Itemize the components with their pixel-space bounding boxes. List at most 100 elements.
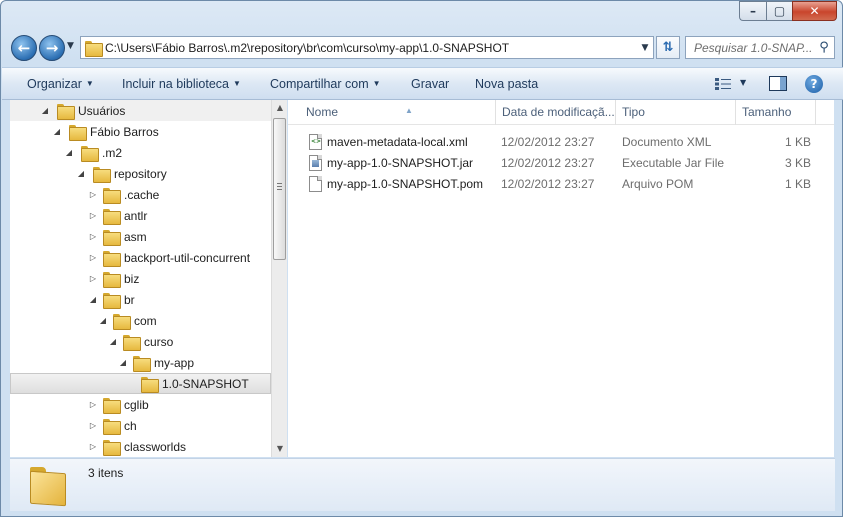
column-date-label: Data de modificaçã... [502,105,615,119]
column-date-modified[interactable]: Data de modificaçã... [496,100,616,125]
file-row[interactable]: my-app-1.0-SNAPSHOT.pom 12/02/2012 23:27… [288,173,834,194]
column-name[interactable]: ▲ Nome [300,100,496,125]
address-path[interactable]: C:\Users\Fábio Barros\.m2\repository\br\… [105,41,637,55]
tree-item-asm[interactable]: ▷ asm [10,226,271,247]
tree-item-m2[interactable]: ◢ .m2 [10,142,271,163]
folder-icon [103,418,121,435]
tree-item-br[interactable]: ◢ br [10,289,271,310]
file-type: Executable Jar File [622,155,725,170]
tree-item-label: .cache [124,187,160,202]
expanded-arrow-icon[interactable]: ◢ [64,148,74,157]
tree-item-label: cglib [124,397,149,412]
include-library-label: Incluir na biblioteca [122,77,230,91]
expanded-arrow-icon[interactable]: ◢ [40,106,50,115]
view-dropdown-chevron-icon[interactable]: ▼ [740,78,746,87]
new-folder-label: Nova pasta [475,77,539,91]
collapsed-arrow-icon[interactable]: ▷ [88,421,98,430]
new-folder-button[interactable]: Nova pasta [475,77,538,91]
chevron-down-icon: ▼ [85,79,94,88]
preview-pane-icon[interactable] [769,76,787,91]
folder-icon [113,313,131,330]
refresh-button[interactable]: ⇅ [656,36,680,59]
search-input[interactable]: Pesquisar 1.0-SNAP... ⚲ [685,36,835,59]
arrow-right-icon: → [45,39,59,57]
tree-item-1-0-snapshot[interactable]: 1.0-SNAPSHOT [10,373,271,394]
tree-item-biz[interactable]: ▷ biz [10,268,271,289]
folder-icon [81,145,99,162]
tree-item-ch[interactable]: ▷ ch [10,415,271,436]
large-folder-icon [30,467,68,503]
scroll-up-arrow-icon[interactable]: ▲ [272,100,288,116]
tree-item-fabio-barros[interactable]: ◢ Fábio Barros [10,121,271,142]
tree-item-backport-util-concurrent[interactable]: ▷ backport-util-concurrent [10,247,271,268]
address-bar[interactable]: C:\Users\Fábio Barros\.m2\repository\br\… [80,36,654,59]
tree-item-label: backport-util-concurrent [124,250,251,265]
include-library-button[interactable]: Incluir na biblioteca ▼ [122,77,241,91]
collapsed-arrow-icon[interactable]: ▷ [88,253,98,262]
organize-button[interactable]: Organizar ▼ [27,77,94,91]
collapsed-arrow-icon[interactable]: ▷ [88,274,98,283]
collapsed-arrow-icon[interactable]: ▷ [88,211,98,220]
tree-item-usuarios[interactable]: ◢ Usuários [10,100,271,121]
scrollbar-thumb[interactable] [273,118,286,260]
tree-item-cglib[interactable]: ▷ cglib [10,394,271,415]
share-button[interactable]: Compartilhar com ▼ [270,77,381,91]
view-options-icon[interactable] [715,78,731,90]
pom-file-icon [309,175,322,192]
tree-scrollbar[interactable]: ▲ ▼ [271,100,287,457]
scroll-down-arrow-icon[interactable]: ▼ [272,441,288,457]
arrow-left-icon: ← [17,39,31,57]
close-button[interactable]: ✕ [792,1,837,21]
folder-icon [93,166,111,183]
folder-icon [103,271,121,288]
forward-button[interactable]: → [39,35,65,61]
tree-item-my-app[interactable]: ◢ my-app [10,352,271,373]
expanded-arrow-icon[interactable]: ◢ [52,127,62,136]
folder-icon [103,250,121,267]
burn-button[interactable]: Gravar [411,77,449,91]
file-row[interactable]: maven-metadata-local.xml 12/02/2012 23:2… [288,131,834,152]
tree-item-classworlds[interactable]: ▷ classworlds [10,436,271,457]
tree-item-repository[interactable]: ◢ repository [10,163,271,184]
expanded-arrow-icon[interactable]: ◢ [108,337,118,346]
collapsed-arrow-icon[interactable]: ▷ [88,232,98,241]
collapsed-arrow-icon[interactable]: ▷ [88,190,98,199]
tree-item-curso[interactable]: ◢ curso [10,331,271,352]
maximize-button[interactable]: ▢ [766,1,792,21]
command-bar: Organizar ▼ Incluir na biblioteca ▼ Compar… [2,67,843,100]
file-size: 1 KB [785,176,812,191]
tree-item-label: br [124,292,135,307]
xml-file-icon [309,133,322,150]
collapsed-arrow-icon[interactable]: ▷ [88,442,98,451]
file-row[interactable]: my-app-1.0-SNAPSHOT.jar 12/02/2012 23:27… [288,152,834,173]
file-name: maven-metadata-local.xml [327,134,468,149]
collapsed-arrow-icon[interactable]: ▷ [88,400,98,409]
file-date: 12/02/2012 23:27 [501,176,595,191]
folder-icon [103,208,121,225]
tree-item-com[interactable]: ◢ com [10,310,271,331]
column-size[interactable]: Tamanho [736,100,816,125]
tree-item-antlr[interactable]: ▷ antlr [10,205,271,226]
file-name: my-app-1.0-SNAPSHOT.pom [327,176,484,191]
expanded-arrow-icon[interactable]: ◢ [118,358,128,367]
tree-item-label: Usuários [78,103,126,118]
minimize-button[interactable]: – [739,1,766,21]
back-button[interactable]: ← [11,35,37,61]
expanded-arrow-icon[interactable]: ◢ [88,295,98,304]
search-icon[interactable]: ⚲ [814,40,834,55]
tree-item-label: Fábio Barros [90,124,159,139]
file-type: Documento XML [622,134,712,149]
recent-pages-dropdown[interactable]: ▼ [67,41,74,51]
column-type[interactable]: Tipo [616,100,736,125]
burn-label: Gravar [411,77,450,91]
help-icon[interactable]: ? [805,75,823,93]
expanded-arrow-icon[interactable]: ◢ [76,169,86,178]
tree-item-cache[interactable]: ▷ .cache [10,184,271,205]
user-folder-lock-icon [69,124,87,141]
file-size: 1 KB [785,134,812,149]
tree-item-label: biz [124,271,140,286]
expanded-arrow-icon[interactable]: ◢ [98,316,108,325]
chevron-down-icon: ▼ [233,79,241,88]
chevron-down-icon: ▼ [372,79,381,88]
chevron-down-icon[interactable]: ▼ [637,43,653,53]
